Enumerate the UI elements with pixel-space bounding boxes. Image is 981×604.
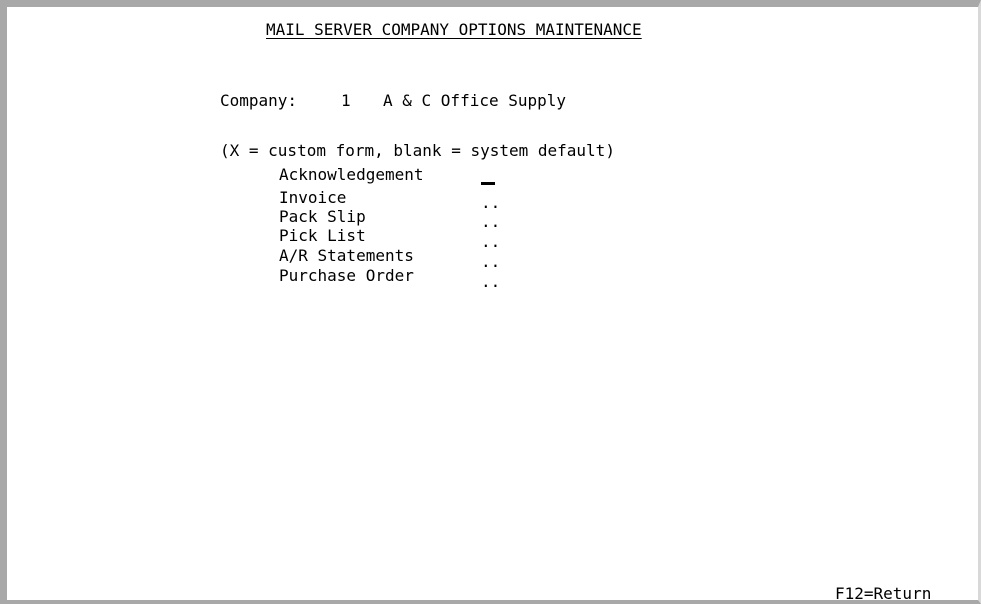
pack-slip-field[interactable]: .. [481,212,501,231]
pack-slip-field-placeholder: .. [481,212,501,231]
terminal-screen: MAIL SERVER COMPANY OPTIONS MAINTENANCE … [0,0,981,604]
pack-slip-label: Pack Slip [279,207,366,226]
screen-title: MAIL SERVER COMPANY OPTIONS MAINTENANCE [266,20,642,39]
ar-statements-field-placeholder: .. [481,252,501,271]
ar-statements-label: A/R Statements [279,246,414,265]
purchase-order-field[interactable]: .. [481,272,501,291]
invoice-field-placeholder: .. [481,193,501,212]
pick-list-field-placeholder: .. [481,232,501,251]
custom-form-legend: (X = custom form, blank = system default… [220,141,615,160]
acknowledgement-label: Acknowledgement [279,165,424,184]
purchase-order-label: Purchase Order [279,266,414,285]
invoice-field[interactable]: .. [481,193,501,212]
acknowledgement-field[interactable] [481,169,497,187]
pick-list-label: Pick List [279,226,366,245]
pick-list-field[interactable]: .. [481,232,501,251]
company-name: A & C Office Supply [383,91,567,110]
ar-statements-field[interactable]: .. [481,252,501,271]
text-cursor [481,182,495,185]
company-label: Company: [220,91,298,110]
f12-return-key[interactable]: F12=Return [835,585,931,603]
company-number: 1 [341,91,351,110]
invoice-label: Invoice [279,188,347,207]
purchase-order-field-placeholder: .. [481,272,501,291]
